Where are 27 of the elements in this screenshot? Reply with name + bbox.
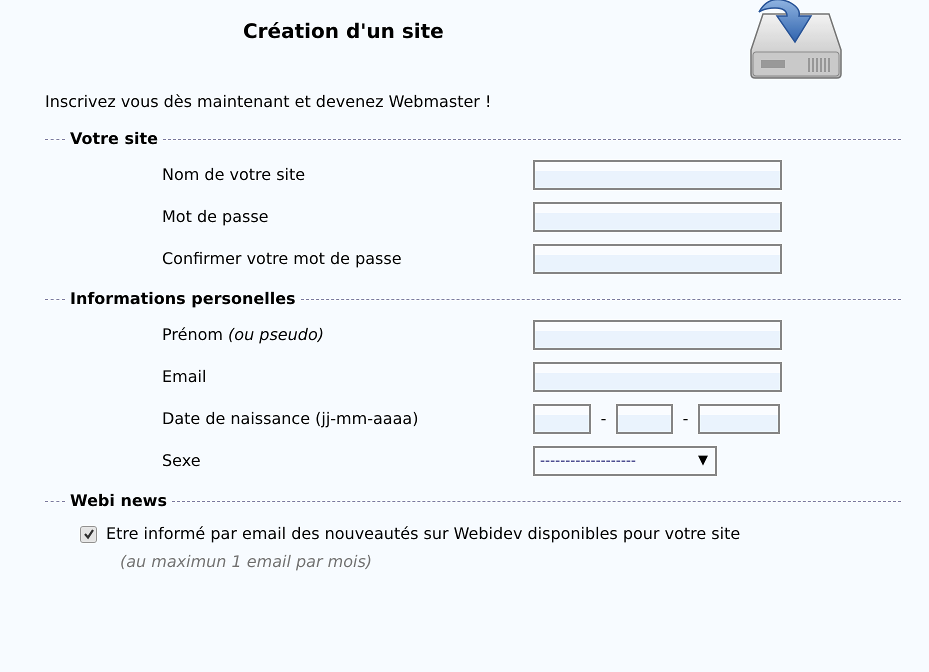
gender-select[interactable]: ------------------- ▼ [533, 446, 717, 476]
section-legend: Webi news [65, 489, 172, 513]
hint-text: (au maximun 1 email par mois) [119, 551, 374, 573]
field-label: Mot de passe [161, 206, 270, 228]
field-label: Nom de votre site [161, 164, 306, 186]
input-field[interactable] [533, 362, 782, 392]
checkbox[interactable] [80, 526, 97, 542]
input-field[interactable] [533, 320, 782, 350]
date-separator: - [600, 408, 608, 430]
field-label: Date de naissance (jj-mm-aaaa) [161, 408, 420, 430]
input-field[interactable] [533, 202, 782, 232]
page-title: Création d'un site [243, 18, 444, 45]
date-separator: - [682, 408, 690, 430]
section-legend: Votre site [65, 127, 163, 151]
intro-text: Inscrivez vous dès maintenant et devenez Webmaster ! [44, 91, 492, 113]
checkbox-label: Etre informé par email des nouveautés sur Webidev disponibles pour votre site [106, 523, 740, 545]
section-legend: Informations personelles [65, 287, 301, 311]
input-field[interactable] [698, 404, 780, 434]
input-field[interactable] [533, 160, 782, 190]
input-field[interactable] [533, 244, 782, 274]
field-label: Prénom (ou pseudo) [161, 324, 325, 346]
field-label: Email [161, 366, 208, 388]
drive-download-icon [749, 0, 843, 82]
input-field[interactable] [533, 404, 591, 434]
field-label: Confirmer votre mot de passe [161, 248, 403, 270]
input-field[interactable] [616, 404, 673, 434]
field-label: Sexe [161, 450, 202, 472]
